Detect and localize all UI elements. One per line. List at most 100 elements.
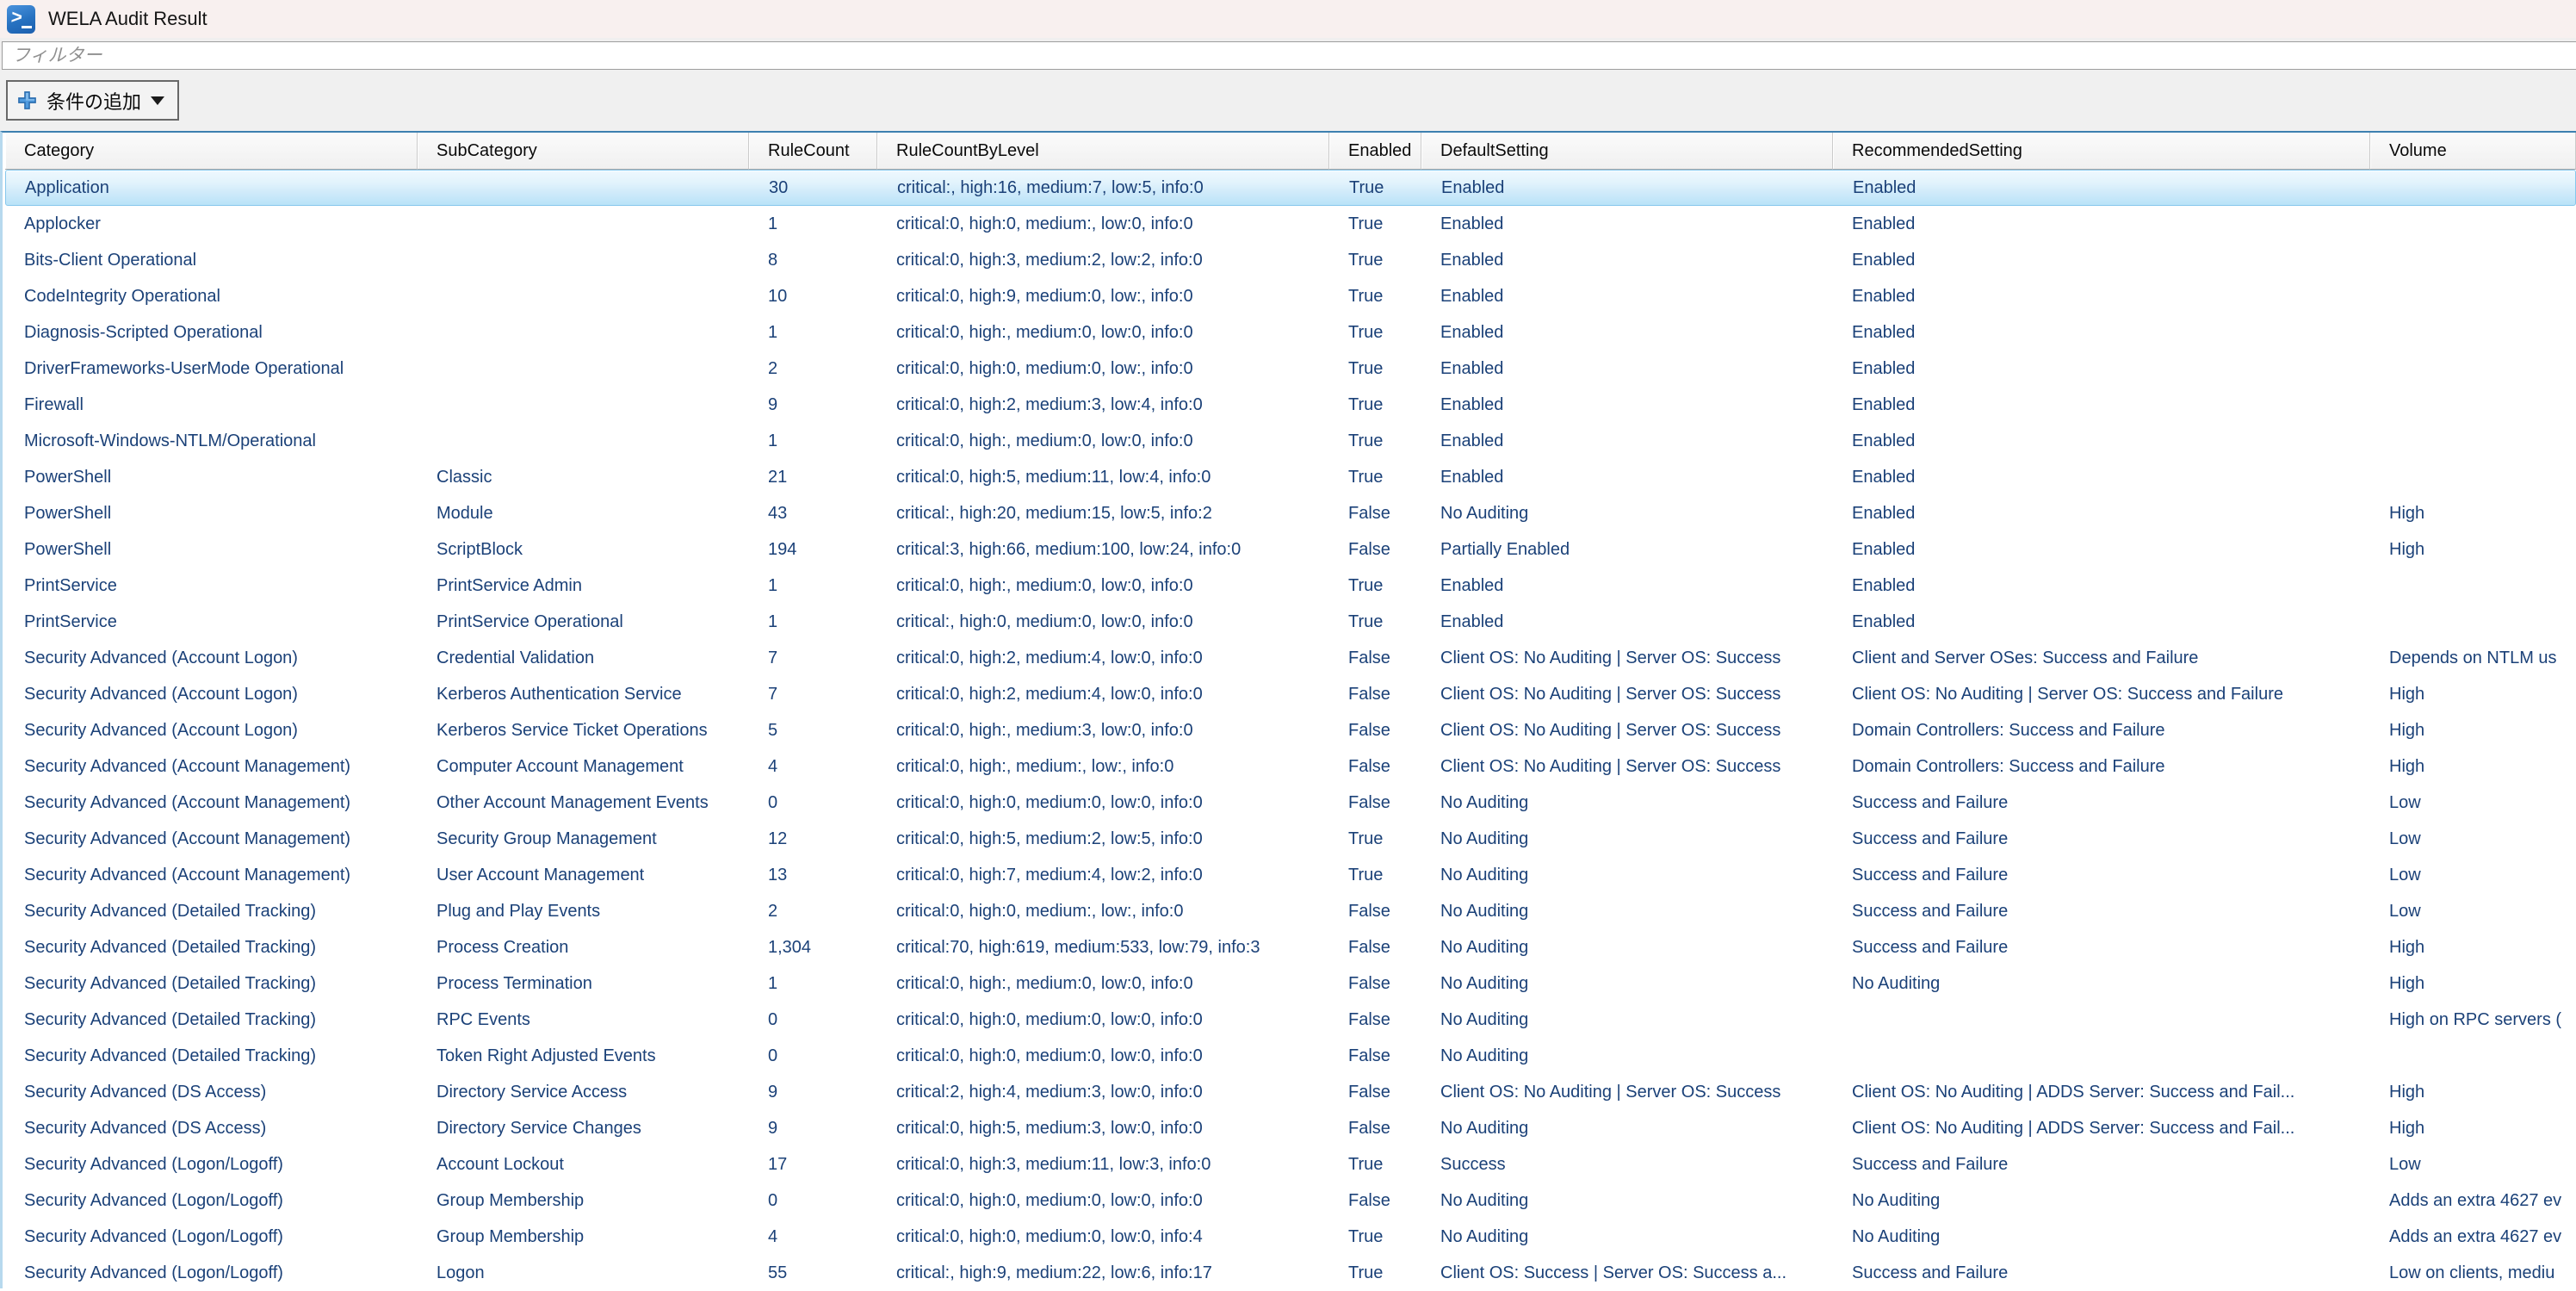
cell-recommendedsetting: Client OS: No Auditing | ADDS Server: Su… bbox=[1833, 1074, 2370, 1110]
table-row[interactable]: Security Advanced (Logon/Logoff) Group M… bbox=[5, 1182, 2576, 1219]
dropdown-caret-icon bbox=[151, 96, 164, 105]
table-row[interactable]: Security Advanced (Account Logon) Creden… bbox=[5, 640, 2576, 676]
cell-rulecountbylevel: critical:0, high:5, medium:11, low:4, in… bbox=[877, 459, 1329, 495]
cell-subcategory bbox=[418, 206, 749, 242]
cell-enabled: False bbox=[1329, 676, 1421, 712]
cell-category: PowerShell bbox=[5, 531, 418, 568]
column-header-volume[interactable]: Volume bbox=[2370, 133, 2576, 170]
cell-volume: High bbox=[2370, 965, 2576, 1002]
grid-header: Category SubCategory RuleCount RuleCount… bbox=[5, 133, 2576, 170]
table-row[interactable]: Security Advanced (Logon/Logoff) Logon 5… bbox=[5, 1255, 2576, 1291]
add-condition-button[interactable]: 条件の追加 bbox=[6, 80, 179, 121]
cell-subcategory: Computer Account Management bbox=[418, 748, 749, 785]
table-row[interactable]: Security Advanced (Account Management) U… bbox=[5, 857, 2576, 893]
cell-enabled: True bbox=[1329, 568, 1421, 604]
cell-category: Security Advanced (Detailed Tracking) bbox=[5, 929, 418, 965]
cell-subcategory: User Account Management bbox=[418, 857, 749, 893]
table-row[interactable]: Security Advanced (Logon/Logoff) Account… bbox=[5, 1146, 2576, 1182]
cell-recommendedsetting: Domain Controllers: Success and Failure bbox=[1833, 712, 2370, 748]
filter-input[interactable] bbox=[2, 41, 2576, 70]
column-header-enabled[interactable]: Enabled bbox=[1329, 133, 1421, 170]
cell-rulecount: 30 bbox=[750, 171, 878, 205]
table-row[interactable]: Security Advanced (Detailed Tracking) RP… bbox=[5, 1002, 2576, 1038]
cell-volume: Depends on NTLM us bbox=[2370, 640, 2576, 676]
cell-rulecountbylevel: critical:0, high:7, medium:4, low:2, inf… bbox=[877, 857, 1329, 893]
cell-recommendedsetting bbox=[1833, 1038, 2370, 1074]
column-header-recommendedsetting[interactable]: RecommendedSetting bbox=[1833, 133, 2370, 170]
column-header-category[interactable]: Category bbox=[5, 133, 418, 170]
table-row[interactable]: PrintService PrintService Admin 1 critic… bbox=[5, 568, 2576, 604]
cell-rulecountbylevel: critical:0, high:, medium:0, low:0, info… bbox=[877, 965, 1329, 1002]
table-row[interactable]: Security Advanced (Account Management) O… bbox=[5, 785, 2576, 821]
cell-volume bbox=[2370, 206, 2576, 242]
cell-subcategory bbox=[418, 387, 749, 423]
table-row[interactable]: Security Advanced (Account Management) S… bbox=[5, 821, 2576, 857]
column-header-defaultsetting[interactable]: DefaultSetting bbox=[1421, 133, 1833, 170]
cell-category: Diagnosis-Scripted Operational bbox=[5, 314, 418, 351]
table-row[interactable]: PrintService PrintService Operational 1 … bbox=[5, 604, 2576, 640]
cell-category: PrintService bbox=[5, 604, 418, 640]
cell-subcategory bbox=[418, 423, 749, 459]
cell-rulecount: 5 bbox=[749, 712, 877, 748]
cell-recommendedsetting: Enabled bbox=[1833, 206, 2370, 242]
cell-rulecount: 1 bbox=[749, 965, 877, 1002]
cell-category: Application bbox=[6, 171, 418, 205]
cell-volume bbox=[2370, 568, 2576, 604]
cell-category: Security Advanced (Account Management) bbox=[5, 821, 418, 857]
cell-category: Security Advanced (Logon/Logoff) bbox=[5, 1182, 418, 1219]
table-row[interactable]: Security Advanced (Detailed Tracking) To… bbox=[5, 1038, 2576, 1074]
cell-subcategory: RPC Events bbox=[418, 1002, 749, 1038]
cell-recommendedsetting: Success and Failure bbox=[1833, 893, 2370, 929]
cell-volume bbox=[2370, 278, 2576, 314]
cell-rulecount: 10 bbox=[749, 278, 877, 314]
table-row[interactable]: Security Advanced (Account Logon) Kerber… bbox=[5, 676, 2576, 712]
cell-enabled: False bbox=[1329, 1002, 1421, 1038]
cell-enabled: True bbox=[1329, 604, 1421, 640]
table-row[interactable]: CodeIntegrity Operational 10 critical:0,… bbox=[5, 278, 2576, 314]
table-row[interactable]: Diagnosis-Scripted Operational 1 critica… bbox=[5, 314, 2576, 351]
cell-subcategory: PrintService Admin bbox=[418, 568, 749, 604]
table-row[interactable]: Security Advanced (Logon/Logoff) Group M… bbox=[5, 1219, 2576, 1255]
cell-category: Applocker bbox=[5, 206, 418, 242]
cell-volume: Adds an extra 4627 ev bbox=[2370, 1182, 2576, 1219]
column-header-rulecountbylevel[interactable]: RuleCountByLevel bbox=[877, 133, 1329, 170]
cell-recommendedsetting: Enabled bbox=[1833, 495, 2370, 531]
table-row[interactable]: PowerShell Classic 21 critical:0, high:5… bbox=[5, 459, 2576, 495]
cell-defaultsetting: No Auditing bbox=[1421, 857, 1833, 893]
table-row[interactable]: PowerShell ScriptBlock 194 critical:3, h… bbox=[5, 531, 2576, 568]
table-row[interactable]: DriverFrameworks-UserMode Operational 2 … bbox=[5, 351, 2576, 387]
cell-subcategory: Kerberos Authentication Service bbox=[418, 676, 749, 712]
table-row[interactable]: Bits-Client Operational 8 critical:0, hi… bbox=[5, 242, 2576, 278]
column-header-rulecount[interactable]: RuleCount bbox=[749, 133, 877, 170]
cell-subcategory: Process Creation bbox=[418, 929, 749, 965]
cell-recommendedsetting: Client OS: No Auditing | Server OS: Succ… bbox=[1833, 676, 2370, 712]
table-row[interactable]: Application 30 critical:, high:16, mediu… bbox=[5, 170, 2576, 206]
table-row[interactable]: Security Advanced (Account Logon) Kerber… bbox=[5, 712, 2576, 748]
cell-enabled: True bbox=[1329, 351, 1421, 387]
cell-enabled: False bbox=[1329, 929, 1421, 965]
table-row[interactable]: Security Advanced (DS Access) Directory … bbox=[5, 1110, 2576, 1146]
table-row[interactable]: Security Advanced (DS Access) Directory … bbox=[5, 1074, 2576, 1110]
table-row[interactable]: Security Advanced (Detailed Tracking) Pl… bbox=[5, 893, 2576, 929]
cell-rulecountbylevel: critical:0, high:0, medium:0, low:0, inf… bbox=[877, 785, 1329, 821]
table-row[interactable]: Microsoft-Windows-NTLM/Operational 1 cri… bbox=[5, 423, 2576, 459]
table-row[interactable]: PowerShell Module 43 critical:, high:20,… bbox=[5, 495, 2576, 531]
cell-category: PowerShell bbox=[5, 459, 418, 495]
titlebar: > WELA Audit Result bbox=[0, 0, 2576, 38]
cell-rulecount: 4 bbox=[749, 1219, 877, 1255]
table-row[interactable]: Security Advanced (Detailed Tracking) Pr… bbox=[5, 929, 2576, 965]
table-row[interactable]: Security Advanced (Account Management) C… bbox=[5, 748, 2576, 785]
cell-defaultsetting: Enabled bbox=[1422, 171, 1834, 205]
cell-defaultsetting: No Auditing bbox=[1421, 1038, 1833, 1074]
filter-row bbox=[0, 38, 2576, 70]
cell-rulecountbylevel: critical:0, high:0, medium:, low:, info:… bbox=[877, 893, 1329, 929]
table-row[interactable]: Applocker 1 critical:0, high:0, medium:,… bbox=[5, 206, 2576, 242]
cell-rulecountbylevel: critical:0, high:5, medium:2, low:5, inf… bbox=[877, 821, 1329, 857]
cell-recommendedsetting bbox=[1833, 1002, 2370, 1038]
table-row[interactable]: Firewall 9 critical:0, high:2, medium:3,… bbox=[5, 387, 2576, 423]
table-row[interactable]: Security Advanced (Detailed Tracking) Pr… bbox=[5, 965, 2576, 1002]
column-header-subcategory[interactable]: SubCategory bbox=[418, 133, 749, 170]
toolbar: 条件の追加 bbox=[0, 70, 2576, 131]
cell-volume: Adds an extra 4627 ev bbox=[2370, 1219, 2576, 1255]
cell-defaultsetting: Enabled bbox=[1421, 423, 1833, 459]
